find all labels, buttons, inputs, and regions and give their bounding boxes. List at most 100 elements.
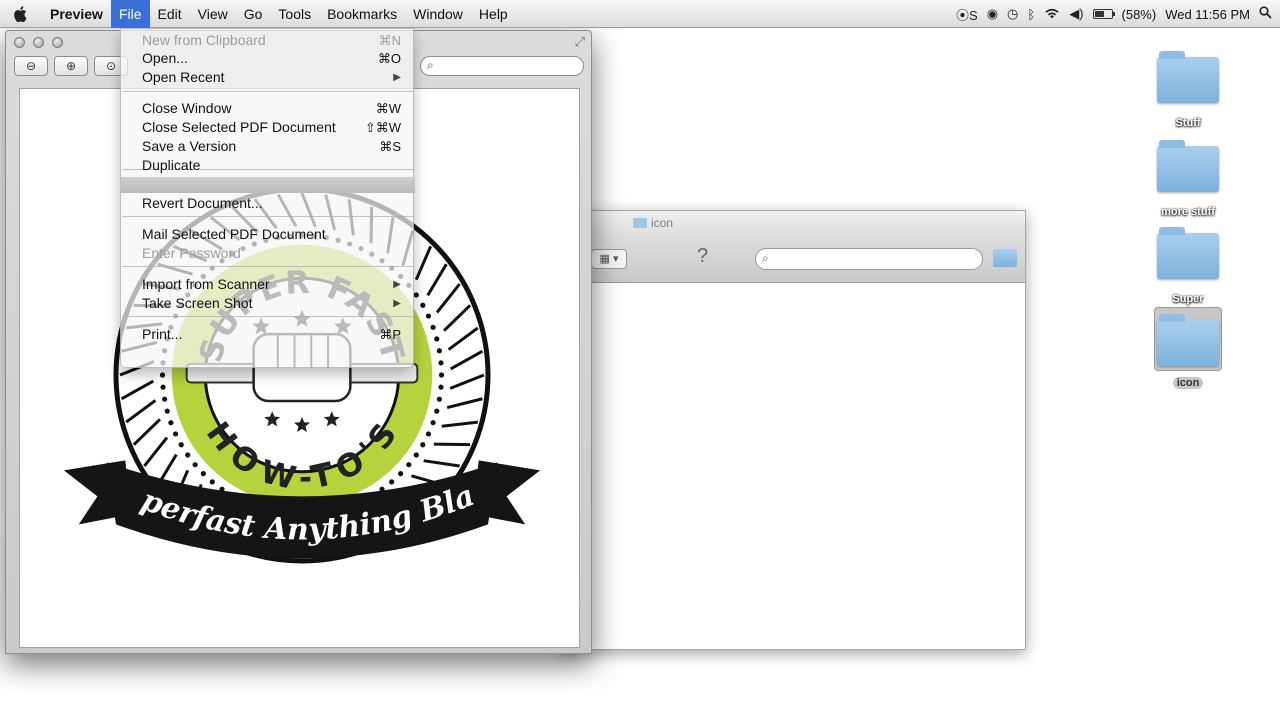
finder-search-input[interactable]: ⌕ xyxy=(755,248,983,270)
preview-search-input[interactable]: ⌕ xyxy=(420,56,584,76)
wifi-icon[interactable] xyxy=(1044,7,1060,22)
search-icon: ⌕ xyxy=(762,251,769,265)
desktop-icon-label: Stuff xyxy=(1175,117,1201,129)
submenu-arrow-icon: ▶ xyxy=(393,72,401,83)
menu-item-label: Duplicate xyxy=(142,157,201,173)
menu-go[interactable]: Go xyxy=(236,0,271,28)
badge-hatch-mark xyxy=(433,442,471,447)
menu-item-new-from-clipboard[interactable]: New from Clipboard ⌘N xyxy=(121,31,415,50)
zoom-in-button[interactable]: ⊕ xyxy=(54,56,88,76)
badge-dot xyxy=(406,462,412,468)
folder-action-icon[interactable] xyxy=(993,249,1017,267)
status-area: ⦿S ◉ ◷ ᛒ ◀) (58%) Wed 11:56 PM xyxy=(956,0,1272,28)
battery-fill xyxy=(1094,11,1105,17)
menu-view[interactable]: View xyxy=(190,0,236,28)
menu-bookmarks[interactable]: Bookmarks xyxy=(319,0,405,28)
menu-item-print[interactable]: Print... ⌘P xyxy=(121,325,415,344)
desktop-folder-icon[interactable]: icon xyxy=(1143,307,1233,391)
menu-item-import-from-scanner[interactable]: Import from Scanner ▶ xyxy=(121,275,415,294)
menu-item-shortcut: ⇧⌘W xyxy=(364,120,401,135)
menu-separator xyxy=(122,316,414,317)
zoom-out-button[interactable]: ⊖ xyxy=(14,56,48,76)
menu-item-label: Close Selected PDF Document xyxy=(142,119,336,135)
menu-item-label: Open Recent xyxy=(142,69,225,85)
close-button[interactable] xyxy=(14,37,25,48)
menu-file[interactable]: File xyxy=(110,0,150,28)
menu-item-open[interactable]: Open... ⌘O xyxy=(121,49,415,68)
desktop-folder-more-stuff[interactable]: more stuff xyxy=(1143,140,1233,220)
badge-dot xyxy=(434,408,440,414)
badge-dot xyxy=(425,431,432,437)
badge-dot xyxy=(438,360,444,366)
battery-icon[interactable] xyxy=(1092,9,1115,19)
menu-item-label: Take Screen Shot xyxy=(142,295,253,311)
menubar-clock[interactable]: Wed 11:56 PM xyxy=(1165,7,1250,22)
menu-item-label: Enter Password xyxy=(142,245,241,261)
menu-item-label: Close Window xyxy=(142,100,232,116)
menu-item-open-recent[interactable]: Open Recent ▶ xyxy=(121,68,415,87)
menu-separator xyxy=(122,216,414,217)
badge-dot xyxy=(430,420,436,426)
desktop-icon-label: more stuff xyxy=(1161,206,1215,218)
folder-icon xyxy=(1157,227,1219,279)
bluetooth-icon[interactable]: ᛒ xyxy=(1027,7,1035,22)
menu-separator xyxy=(122,266,414,267)
menu-item-mail-selected-pdf[interactable]: Mail Selected PDF Document xyxy=(121,225,415,244)
badge-dot xyxy=(425,313,432,319)
fullscreen-icon[interactable]: ⤢ xyxy=(575,34,585,50)
menu-tools[interactable]: Tools xyxy=(270,0,319,28)
menu-bar: Preview File Edit View Go Tools Bookmark… xyxy=(0,0,1280,28)
menu-item-shortcut: ⌘W xyxy=(375,101,401,116)
menu-item-shortcut: ⌘O xyxy=(377,51,401,66)
menu-item-save-a-version[interactable]: Save a Version ⌘S xyxy=(121,137,415,156)
eye-icon[interactable]: ◉ xyxy=(987,6,998,22)
menu-item-shortcut: ⌘P xyxy=(379,327,401,342)
badge-dot xyxy=(168,420,174,426)
menu-item-shortcut: ⌘S xyxy=(379,139,401,154)
badge-dot xyxy=(200,471,206,477)
menu-item-duplicate[interactable]: Duplicate xyxy=(121,156,415,175)
badge-dot xyxy=(434,336,440,342)
menu-item-revert-document[interactable]: Revert Document... xyxy=(121,194,415,213)
menu-help[interactable]: Help xyxy=(471,0,516,28)
badge-dot xyxy=(185,452,191,458)
zoom-button[interactable] xyxy=(52,37,63,48)
menu-window[interactable]: Window xyxy=(405,0,471,28)
finder-window[interactable]: icon ▦ ▾ ? ⌕ xyxy=(560,210,1026,650)
help-icon[interactable]: ? xyxy=(697,245,708,268)
badge-dot xyxy=(420,442,426,448)
badge-dot xyxy=(438,372,445,378)
apple-menu-icon[interactable] xyxy=(0,0,40,28)
menu-item-label: Save a Version xyxy=(142,138,237,154)
clock-icon[interactable]: ◷ xyxy=(1007,6,1018,22)
selection-highlight xyxy=(1154,307,1222,371)
menu-item-label: Revert Document... xyxy=(142,195,263,211)
menu-edit[interactable]: Edit xyxy=(150,0,190,28)
badge-dot xyxy=(413,452,419,458)
badge-dot xyxy=(209,479,215,485)
menu-item-close-window[interactable]: Close Window ⌘W xyxy=(121,99,415,118)
desktop-folder-super[interactable]: Super xyxy=(1143,227,1233,307)
menu-app-preview[interactable]: Preview xyxy=(40,0,111,28)
menu-item-take-screen-shot[interactable]: Take Screen Shot ▶ xyxy=(121,294,415,313)
input-source-icon[interactable]: ⦿S xyxy=(956,5,978,24)
finder-title-bar[interactable]: icon xyxy=(561,211,1025,235)
badge-dot xyxy=(420,302,426,308)
desktop-icon-label: Super xyxy=(1172,293,1204,305)
file-menu: New from Clipboard ⌘N Open... ⌘O Open Recent… xyxy=(120,28,415,368)
menu-item-label: Import from Scanner xyxy=(142,276,270,292)
desktop-folder-stuff[interactable]: Stuff xyxy=(1143,51,1233,131)
badge-dot xyxy=(162,396,168,402)
volume-icon[interactable]: ◀) xyxy=(1069,6,1083,22)
search-icon: ⌕ xyxy=(427,58,434,72)
menu-item-label: Open... xyxy=(142,50,188,66)
arrange-button[interactable]: ▦ ▾ xyxy=(591,249,627,269)
submenu-arrow-icon: ▶ xyxy=(393,279,401,290)
menu-item-close-selected-pdf[interactable]: Close Selected PDF Document ⇧⌘W xyxy=(121,118,415,137)
minimize-button[interactable] xyxy=(33,37,44,48)
menu-item-highlighted-item[interactable] xyxy=(121,177,415,193)
spotlight-icon[interactable] xyxy=(1259,6,1272,22)
menu-item-label: Mail Selected PDF Document xyxy=(142,226,326,242)
menu-item-enter-password[interactable]: Enter Password xyxy=(121,244,415,263)
folder-icon xyxy=(1157,51,1219,103)
